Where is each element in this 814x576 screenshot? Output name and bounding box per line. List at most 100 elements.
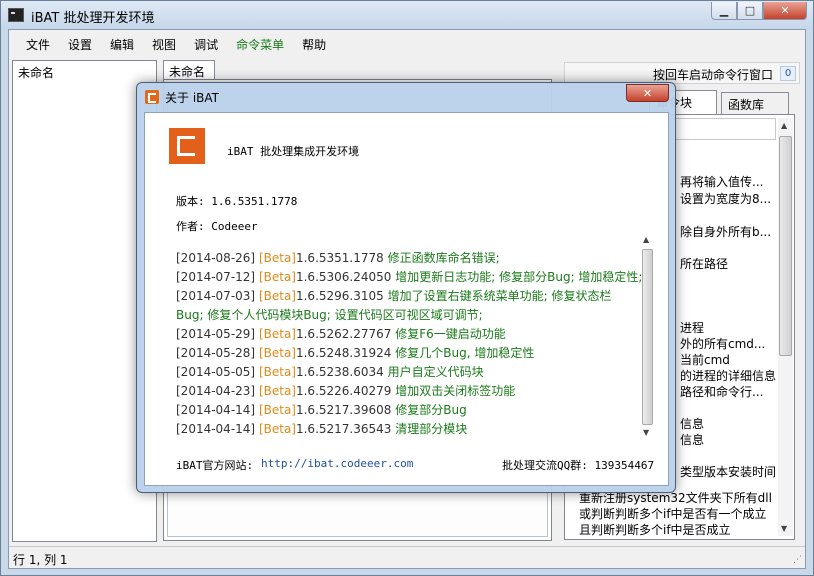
changelog-tag: [Beta] (258, 384, 296, 398)
editor-tab[interactable]: 未命名 (163, 60, 215, 80)
cursor-position: 行 1, 列 1 (13, 553, 68, 567)
minimize-button[interactable]: ▁ (711, 2, 737, 20)
changelog-entry: [2014-05-05] [Beta]1.6.5238.6034 用户自定义代码… (176, 363, 656, 382)
command-launch-label: 按回车启动命令行窗口 (652, 68, 773, 82)
dialog-close-button[interactable]: ✕ (626, 84, 669, 102)
scroll-down-icon[interactable]: ▼ (643, 428, 649, 437)
changelog-entry: [2014-04-23] [Beta]1.6.5226.40279 增加双击关闭… (176, 382, 656, 401)
menu-commands[interactable]: 命令菜单 (227, 36, 293, 53)
scroll-thumb[interactable] (642, 249, 653, 425)
changelog-description: 增加双击关闭标签功能 (395, 384, 516, 398)
list-item[interactable]: 类型版本安装时间 (680, 463, 776, 480)
menu-bar: 文件 设置 编辑 视图 调试 命令菜单 帮助 (9, 30, 805, 58)
changelog-entry: [2014-05-28] [Beta]1.6.5248.31924 修复几个Bu… (176, 344, 656, 363)
dialog-app-icon (145, 90, 159, 104)
website-link[interactable]: http://ibat.codeeer.com (261, 457, 413, 470)
changelog-date: [2014-05-05] (176, 365, 256, 379)
scroll-down-icon[interactable]: ▼ (781, 524, 787, 533)
list-item[interactable]: 信息 (680, 415, 704, 432)
changelog-entry: [2014-07-12] [Beta]1.6.5306.24050 增加更新日志… (176, 268, 656, 287)
close-button[interactable]: ✕ (763, 2, 807, 20)
version-label: 版本: 1.6.5351.1778 (176, 195, 298, 208)
scroll-up-icon[interactable]: ▲ (781, 121, 787, 130)
menu-help[interactable]: 帮助 (293, 36, 335, 53)
dialog-body: iBAT 批处理集成开发环境 版本: 1.6.5351.1778 作者: Cod… (144, 112, 669, 486)
changelog-description: 增加更新日志功能; 修复部分Bug; 增加稳定性; (395, 270, 643, 284)
changelog-entry: [2014-07-03] [Beta]1.6.5296.3105 增加了设置右键… (176, 287, 620, 325)
window-controls: ▁ □ ✕ (711, 2, 807, 20)
list-item[interactable]: 且判断判断多个if中是否成立 (579, 521, 731, 538)
menu-view[interactable]: 视图 (143, 36, 185, 53)
scroll-thumb[interactable] (779, 136, 792, 356)
changelog-entry: [2014-08-26] [Beta]1.6.5351.1778 修正函数库命名… (176, 249, 656, 268)
changelog-description: 修复F6一键启动功能 (395, 327, 506, 341)
window-title: iBAT 批处理开发环境 (31, 11, 155, 26)
status-bar: 行 1, 列 1 ⋰ (9, 546, 805, 568)
changelog-version: 1.6.5296.3105 (295, 289, 384, 303)
changelog-version: 1.6.5248.31924 (295, 346, 392, 360)
changelog-version: 1.6.5238.6034 (295, 365, 384, 379)
title-bar[interactable]: iBAT 批处理开发环境 ▁ □ ✕ (1, 1, 813, 29)
changelog-date: [2014-07-12] (176, 270, 256, 284)
changelog-tag: [Beta] (258, 346, 296, 360)
menu-file[interactable]: 文件 (17, 36, 59, 53)
command-count-badge: 0 (780, 66, 796, 81)
menu-debug[interactable]: 调试 (185, 36, 227, 53)
changelog-version: 1.6.5351.1778 (295, 251, 384, 265)
changelog-tag: [Beta] (258, 289, 296, 303)
changelog-version: 1.6.5226.40279 (295, 384, 392, 398)
list-item[interactable]: 所在路径 (680, 255, 728, 272)
maximize-button[interactable]: □ (737, 2, 763, 20)
changelog-description: 修正函数库命名错误; (387, 251, 500, 265)
changelog-description: 用户自定义代码块 (387, 365, 484, 379)
list-item[interactable]: 当前cmd (680, 351, 730, 368)
changelog-tag: [Beta] (258, 251, 296, 265)
changelog-tag: [Beta] (258, 365, 296, 379)
list-item[interactable]: 外的所有cmd... (680, 335, 765, 352)
app-icon (8, 8, 24, 22)
scroll-up-icon[interactable]: ▲ (643, 235, 649, 244)
changelog-scrollbar[interactable]: ▲ ▼ (641, 233, 654, 439)
menu-settings[interactable]: 设置 (59, 36, 101, 53)
ibat-logo-icon (169, 128, 205, 164)
changelog-tag: [Beta] (258, 403, 296, 417)
about-dialog: 关于 iBAT ✕ iBAT 批处理集成开发环境 版本: 1.6.5351.17… (136, 82, 676, 493)
list-item[interactable]: 路径和命令行... (680, 383, 763, 400)
command-list-scrollbar[interactable]: ▲ ▼ (778, 118, 793, 536)
changelog-version: 1.6.5306.24050 (295, 270, 392, 284)
changelog-entry: [2014-04-14] [Beta]1.6.5217.36543 清理部分模块 (176, 420, 656, 439)
list-item[interactable]: 的进程的详细信息 (680, 367, 776, 384)
changelog-date: [2014-05-29] (176, 327, 256, 341)
changelog-list[interactable]: [2014-08-26] [Beta]1.6.5351.1778 修正函数库命名… (176, 249, 656, 454)
list-item[interactable]: 信息 (680, 431, 704, 448)
app-name: iBAT 批处理集成开发环境 (227, 145, 360, 158)
command-launch-bar[interactable]: 按回车启动命令行窗口 0 (564, 62, 800, 84)
changelog-date: [2014-04-14] (176, 403, 256, 417)
changelog-version: 1.6.5262.27767 (295, 327, 392, 341)
changelog-date: [2014-04-14] (176, 422, 256, 436)
list-item[interactable]: 设置为宽度为8... (680, 190, 771, 207)
file-list-item[interactable]: 未命名 (18, 64, 54, 81)
menu-edit[interactable]: 编辑 (101, 36, 143, 53)
changelog-date: [2014-05-28] (176, 346, 256, 360)
website-label: iBAT官方网站: (176, 459, 254, 472)
changelog-description: 修复几个Bug, 增加稳定性 (395, 346, 535, 360)
changelog-description: 清理部分模块 (395, 422, 468, 436)
changelog-entry: [2014-05-29] [Beta]1.6.5262.27767 修复F6一键… (176, 325, 656, 344)
list-item[interactable]: 或判断判断多个if中是否有一个成立 (579, 505, 767, 522)
qq-group-label: 批处理交流QQ群: 139354467 (502, 459, 655, 472)
changelog-description: 修复部分Bug (395, 403, 467, 417)
changelog-date: [2014-08-26] (176, 251, 256, 265)
changelog-entry: [2014-04-14] [Beta]1.6.5217.39608 修复部分Bu… (176, 401, 656, 420)
changelog-date: [2014-07-03] (176, 289, 256, 303)
list-item[interactable]: 除自身外所有b... (680, 223, 771, 240)
changelog-date: [2014-04-23] (176, 384, 256, 398)
changelog-version: 1.6.5217.39608 (295, 403, 392, 417)
changelog-tag: [Beta] (258, 422, 296, 436)
author-label: 作者: Codeeer (176, 220, 258, 233)
tab-function-library[interactable]: 函数库 (721, 92, 789, 114)
dialog-title: 关于 iBAT (165, 91, 219, 105)
resize-grip-icon[interactable]: ⋰ (793, 555, 802, 565)
list-item[interactable]: 再将输入值传... (680, 173, 763, 190)
list-item[interactable]: 进程 (680, 319, 704, 336)
